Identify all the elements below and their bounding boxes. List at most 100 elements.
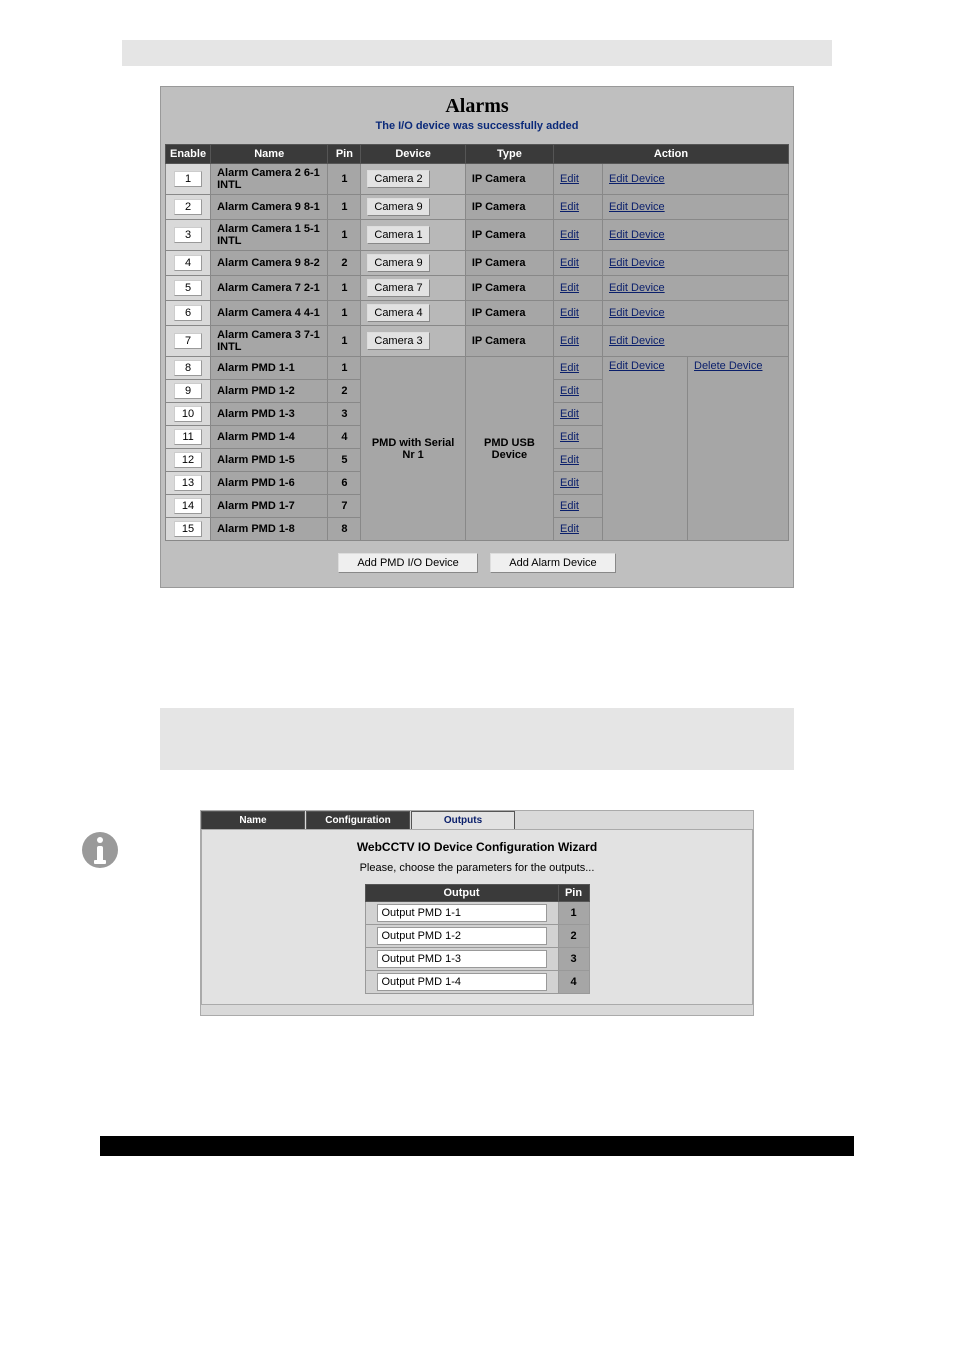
table-row: 3Alarm Camera 1 5-1 INTL1Camera 1IP Came… (166, 220, 789, 251)
enable-index[interactable]: 4 (174, 255, 202, 271)
action-edit-cell: Edit (554, 472, 603, 495)
pin-cell: 1 (328, 220, 361, 251)
edit-device-link[interactable]: Edit Device (609, 257, 665, 269)
enable-index[interactable]: 2 (174, 199, 202, 215)
edit-link[interactable]: Edit (560, 500, 579, 512)
outputs-table: Output Pin 1234 (365, 884, 590, 994)
device-name: Camera 1 (367, 226, 429, 244)
th-name: Name (211, 145, 328, 164)
action-editdevice-cell: Edit Device (603, 357, 688, 541)
add-pmd-button[interactable]: Add PMD I/O Device (338, 553, 477, 573)
enable-index[interactable]: 13 (174, 475, 202, 491)
enable-index[interactable]: 6 (174, 305, 202, 321)
enable-index[interactable]: 8 (174, 360, 202, 376)
output-row: 3 (365, 948, 589, 971)
edit-device-link[interactable]: Edit Device (609, 173, 665, 185)
tab-name[interactable]: Name (201, 811, 305, 829)
output-name-input[interactable] (377, 973, 547, 991)
footer-bar (100, 1136, 854, 1156)
th-pin: Pin (328, 145, 361, 164)
device-cell: Camera 2 (361, 164, 465, 195)
enable-cell: 4 (166, 251, 211, 276)
wizard-subtitle: Please, choose the parameters for the ou… (212, 862, 742, 874)
enable-index[interactable]: 7 (174, 333, 202, 349)
enable-cell: 5 (166, 276, 211, 301)
enable-index[interactable]: 11 (174, 429, 202, 445)
device-cell: Camera 9 (361, 251, 465, 276)
enable-cell: 10 (166, 403, 211, 426)
enable-cell: 15 (166, 518, 211, 541)
edit-device-link[interactable]: Edit Device (609, 201, 665, 213)
edit-link[interactable]: Edit (560, 454, 579, 466)
edit-link[interactable]: Edit (560, 362, 579, 374)
edit-link[interactable]: Edit (560, 408, 579, 420)
mid-band (160, 708, 794, 770)
output-pin-cell: 2 (558, 925, 589, 948)
action-edit-cell: Edit (554, 164, 603, 195)
edit-device-link[interactable]: Edit Device (609, 229, 665, 241)
action-editdevice-cell: Edit Device (603, 164, 789, 195)
action-editdevice-cell: Edit Device (603, 251, 789, 276)
alarms-status: The I/O device was successfully added (161, 120, 793, 132)
name-cell: Alarm PMD 1-6 (211, 472, 328, 495)
edit-device-link[interactable]: Edit Device (609, 360, 665, 372)
action-deletedevice-cell: Delete Device (688, 357, 789, 541)
edit-link[interactable]: Edit (560, 385, 579, 397)
th-output-pin: Pin (558, 885, 589, 902)
th-output: Output (365, 885, 558, 902)
enable-index[interactable]: 10 (174, 406, 202, 422)
edit-link[interactable]: Edit (560, 307, 579, 319)
enable-index[interactable]: 5 (174, 280, 202, 296)
edit-link[interactable]: Edit (560, 431, 579, 443)
enable-index[interactable]: 9 (174, 383, 202, 399)
action-edit-cell: Edit (554, 220, 603, 251)
edit-device-link[interactable]: Edit Device (609, 335, 665, 347)
pin-cell: 8 (328, 518, 361, 541)
output-name-input[interactable] (377, 950, 547, 968)
enable-index[interactable]: 12 (174, 452, 202, 468)
type-cell: IP Camera (465, 301, 553, 326)
output-name-input[interactable] (377, 904, 547, 922)
edit-link[interactable]: Edit (560, 201, 579, 213)
enable-cell: 9 (166, 380, 211, 403)
tab-outputs[interactable]: Outputs (411, 811, 515, 829)
alarms-table: Enable Name Pin Device Type Action 1Alar… (165, 144, 789, 541)
edit-link[interactable]: Edit (560, 173, 579, 185)
name-cell: Alarm Camera 1 5-1 INTL (211, 220, 328, 251)
delete-device-link[interactable]: Delete Device (694, 360, 762, 372)
add-alarm-button[interactable]: Add Alarm Device (490, 553, 615, 573)
device-name: Camera 4 (367, 304, 429, 322)
device-name: Camera 3 (367, 332, 429, 350)
edit-link[interactable]: Edit (560, 282, 579, 294)
edit-device-link[interactable]: Edit Device (609, 307, 665, 319)
header-band (122, 40, 832, 66)
action-edit-cell: Edit (554, 403, 603, 426)
edit-link[interactable]: Edit (560, 523, 579, 535)
enable-cell: 8 (166, 357, 211, 380)
name-cell: Alarm PMD 1-4 (211, 426, 328, 449)
enable-index[interactable]: 14 (174, 498, 202, 514)
edit-link[interactable]: Edit (560, 477, 579, 489)
name-cell: Alarm Camera 7 2-1 (211, 276, 328, 301)
edit-link[interactable]: Edit (560, 335, 579, 347)
edit-device-link[interactable]: Edit Device (609, 282, 665, 294)
edit-link[interactable]: Edit (560, 229, 579, 241)
name-cell: Alarm Camera 2 6-1 INTL (211, 164, 328, 195)
action-edit-cell: Edit (554, 495, 603, 518)
th-enable: Enable (166, 145, 211, 164)
action-editdevice-cell: Edit Device (603, 326, 789, 357)
enable-index[interactable]: 3 (174, 227, 202, 243)
name-cell: Alarm PMD 1-8 (211, 518, 328, 541)
edit-link[interactable]: Edit (560, 257, 579, 269)
enable-index[interactable]: 15 (174, 521, 202, 537)
enable-index[interactable]: 1 (174, 171, 202, 187)
device-cell: Camera 3 (361, 326, 465, 357)
name-cell: Alarm PMD 1-2 (211, 380, 328, 403)
th-type: Type (465, 145, 553, 164)
table-row: 5Alarm Camera 7 2-11Camera 7IP CameraEdi… (166, 276, 789, 301)
enable-cell: 13 (166, 472, 211, 495)
output-name-input[interactable] (377, 927, 547, 945)
output-row: 2 (365, 925, 589, 948)
table-row: 2Alarm Camera 9 8-11Camera 9IP CameraEdi… (166, 195, 789, 220)
tab-configuration[interactable]: Configuration (306, 811, 410, 829)
